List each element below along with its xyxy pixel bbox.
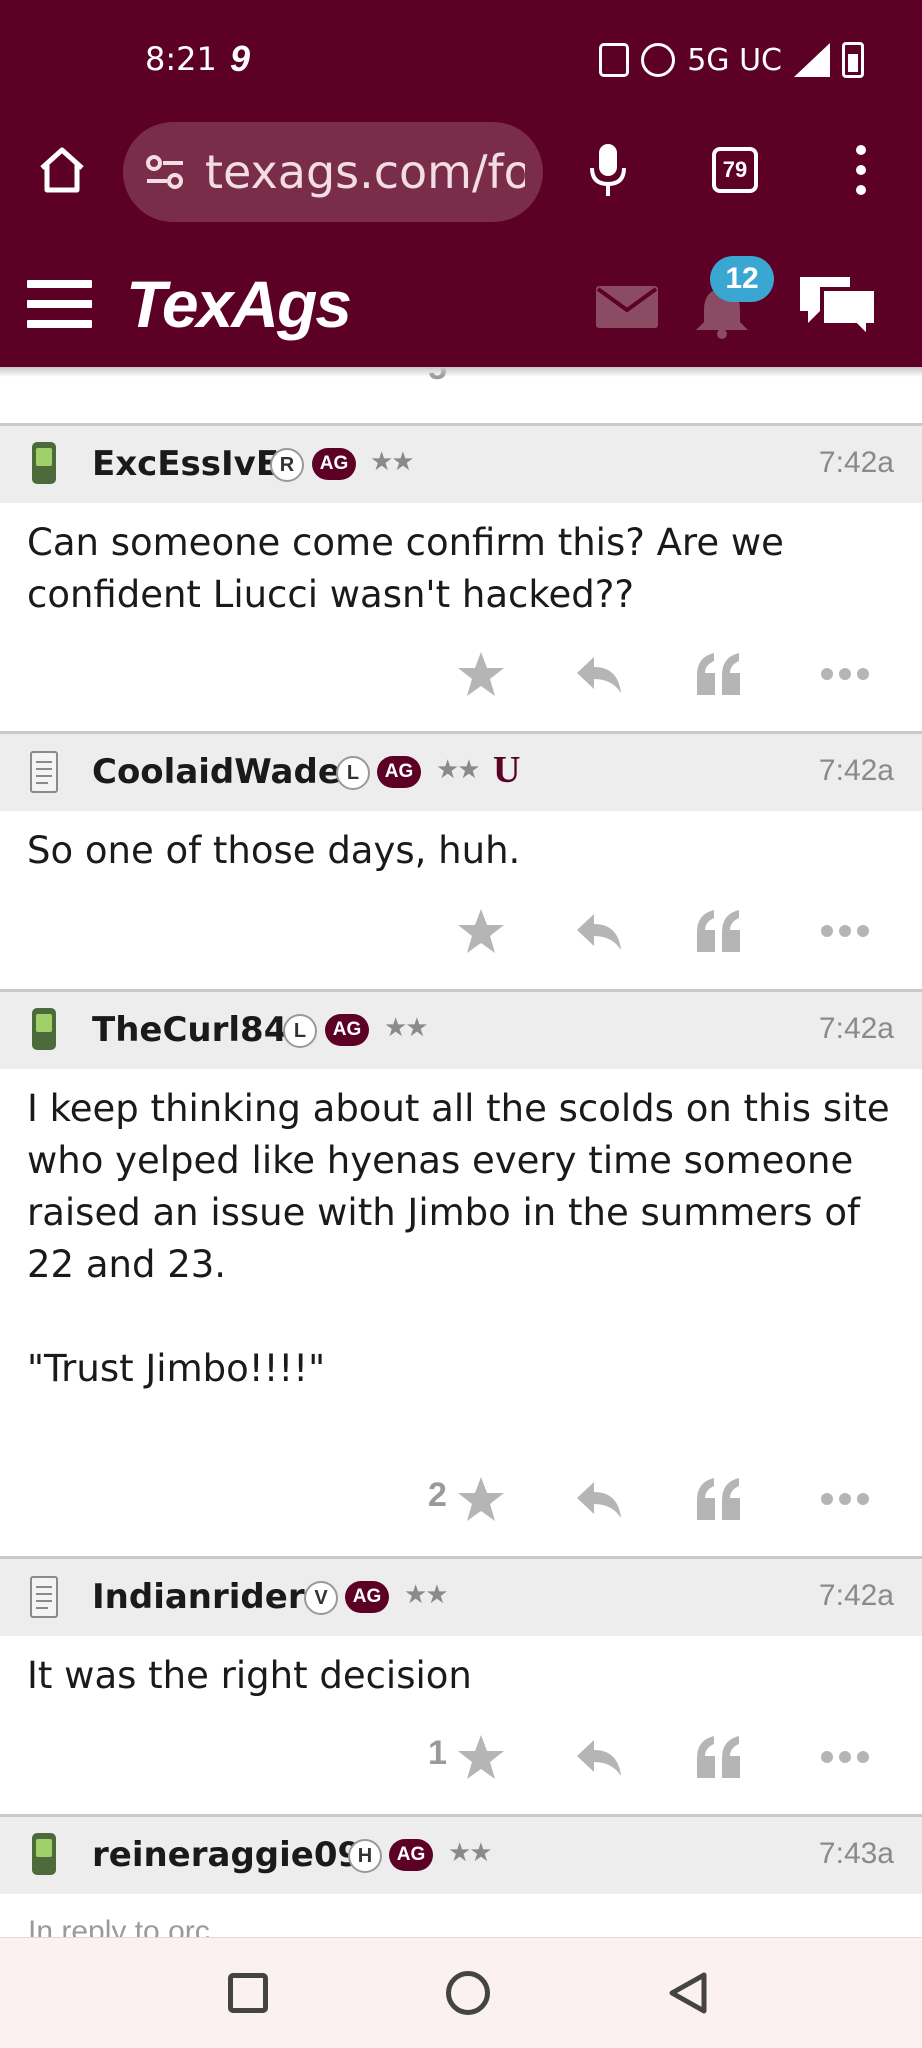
ag-badge: AG	[389, 1839, 433, 1871]
ag-badge: AG	[312, 448, 356, 480]
star-icon[interactable]	[456, 1474, 506, 1524]
more-horiz-icon[interactable]	[820, 1732, 870, 1782]
quote-icon[interactable]	[694, 906, 744, 956]
post-body: It was the right decision	[27, 1650, 897, 1702]
star-icon[interactable]	[456, 649, 506, 699]
nfc-icon	[599, 43, 630, 77]
post-actions: 2	[0, 1464, 922, 1534]
reply-icon[interactable]	[574, 649, 624, 699]
post-header: TheCurl84 L AG ★★ 7:42a	[0, 992, 922, 1069]
post-header: Indianrider V AG ★★ 7:42a	[0, 1559, 922, 1636]
post-time: 7:42a	[818, 1012, 894, 1045]
user-stars: ★★	[384, 1012, 429, 1042]
post-text: Can someone come confirm this? Are we co…	[27, 521, 784, 616]
user-stars: ★★	[404, 1579, 449, 1609]
rank-badge: L	[336, 756, 370, 790]
tune-icon[interactable]	[145, 154, 185, 190]
quote-icon[interactable]	[694, 1474, 744, 1524]
notepad-device-icon	[30, 1576, 58, 1618]
status-icons: 5G UC	[599, 42, 864, 78]
more-horiz-icon[interactable]	[820, 1474, 870, 1524]
username[interactable]: Indianrider	[92, 1577, 305, 1617]
phone-device-icon	[32, 1833, 56, 1875]
app-notification-icon: 9	[230, 38, 251, 79]
system-nav-bar	[0, 1937, 922, 2048]
post-time: 7:42a	[818, 446, 894, 479]
star-icon[interactable]	[456, 1732, 506, 1782]
status-bar: 8:21 9 5G UC	[0, 0, 922, 122]
post-text: "Trust Jimbo!!!!"	[27, 1347, 326, 1390]
ag-badge: AG	[345, 1581, 389, 1613]
post-header: CoolaidWade L AG ★★ U 7:42a	[0, 734, 922, 811]
post-time: 7:42a	[818, 1579, 894, 1612]
post-header: reineraggie09 H AG ★★ 7:43a	[0, 1817, 922, 1894]
site-header: TexAgs 12	[0, 244, 922, 367]
notepad-device-icon	[30, 751, 58, 793]
post-time: 7:42a	[818, 754, 894, 787]
post-text: I keep thinking about all the scolds on …	[27, 1087, 890, 1286]
hamburger-menu-icon[interactable]	[27, 280, 92, 328]
username[interactable]: reineraggie09	[92, 1835, 361, 1875]
username[interactable]: ExcEssIvE	[92, 444, 279, 484]
address-bar[interactable]: texags.com/for	[123, 122, 543, 222]
ag-badge: AG	[377, 756, 421, 788]
post-text: It was the right decision	[27, 1654, 472, 1697]
post-actions: 1	[0, 1722, 922, 1792]
more-vert-icon[interactable]	[855, 144, 867, 196]
user-stars: ★★	[436, 754, 481, 784]
post-actions	[0, 896, 922, 966]
home-button[interactable]	[446, 1971, 490, 2015]
mail-icon[interactable]	[596, 286, 658, 328]
post-text: So one of those days, huh.	[27, 829, 521, 872]
username[interactable]: CoolaidWade	[92, 752, 341, 792]
username[interactable]: TheCurl84	[92, 1010, 287, 1050]
phone-device-icon	[32, 1008, 56, 1050]
rank-badge: V	[304, 1581, 338, 1615]
network-label: 5G UC	[687, 42, 782, 78]
back-button[interactable]	[666, 1971, 710, 2015]
alarm-icon	[641, 43, 676, 77]
quote-icon[interactable]	[694, 649, 744, 699]
reply-icon[interactable]	[574, 906, 624, 956]
rank-badge: L	[283, 1014, 317, 1048]
phone-device-icon	[32, 442, 56, 484]
url-text[interactable]: texags.com/for	[205, 145, 525, 199]
post-header: ExcEssIvE R AG ★★ 7:42a	[0, 426, 922, 503]
post-body: I keep thinking about all the scolds on …	[27, 1083, 897, 1395]
more-horiz-icon[interactable]	[820, 649, 870, 699]
user-stars: ★★	[370, 446, 415, 476]
site-logo[interactable]: TexAgs	[126, 266, 352, 342]
post-body: So one of those days, huh.	[27, 825, 897, 877]
tab-switcher-button[interactable]: 79	[712, 147, 758, 193]
post-body: Can someone come confirm this? Are we co…	[27, 517, 897, 621]
star-count: 2	[428, 1476, 447, 1514]
post-actions	[0, 639, 922, 709]
post-time: 7:43a	[818, 1837, 894, 1870]
star-count: 1	[428, 1734, 447, 1772]
reply-icon[interactable]	[574, 1474, 624, 1524]
mic-icon[interactable]	[588, 142, 628, 198]
user-stars: ★★	[448, 1837, 493, 1867]
team-logo: U	[493, 749, 521, 791]
home-icon[interactable]	[36, 144, 88, 196]
battery-icon	[842, 42, 864, 78]
rank-badge: H	[348, 1839, 382, 1873]
recents-button[interactable]	[228, 1973, 268, 2013]
star-icon[interactable]	[456, 906, 506, 956]
chat-icon[interactable]	[796, 271, 880, 341]
reply-icon[interactable]	[574, 1732, 624, 1782]
quote-icon[interactable]	[694, 1732, 744, 1782]
more-horiz-icon[interactable]	[820, 906, 870, 956]
top-bar: 8:21 9 5G UC texags.com/for 79 TexAgs 12	[0, 0, 922, 367]
ag-badge: AG	[325, 1014, 369, 1046]
browser-toolbar: texags.com/for 79	[0, 122, 922, 244]
signal-icon	[794, 43, 830, 77]
status-time: 8:21	[145, 40, 217, 78]
rank-badge: R	[270, 448, 304, 482]
notification-badge[interactable]: 12	[710, 256, 774, 302]
